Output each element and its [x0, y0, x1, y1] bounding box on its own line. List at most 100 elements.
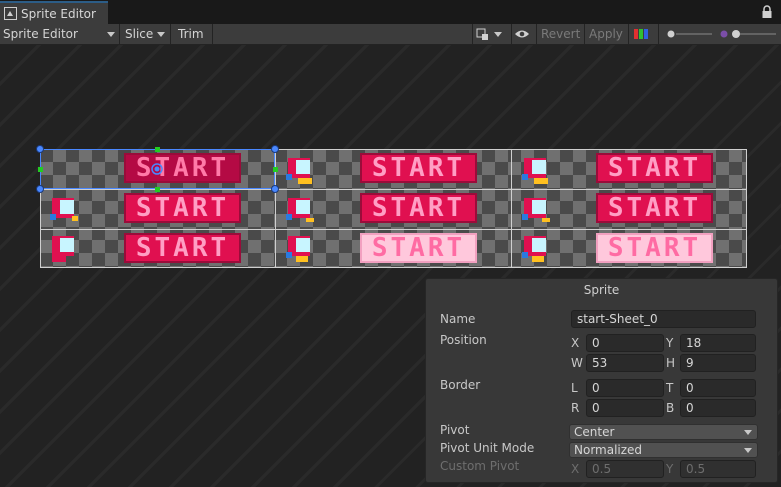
- border-handle[interactable]: [155, 147, 160, 152]
- mode-label: Sprite Editor: [3, 27, 78, 41]
- panel-title: Sprite: [583, 283, 620, 297]
- sprite-editor-icon: [4, 7, 17, 20]
- mode-dropdown[interactable]: Sprite Editor: [3, 24, 119, 44]
- start-button-sprite: START: [596, 153, 713, 183]
- sprite-cell[interactable]: START: [276, 149, 511, 188]
- pivot-lock-dropdown[interactable]: [476, 24, 510, 44]
- sprite-cell[interactable]: START: [276, 189, 511, 228]
- border-label: Border: [440, 378, 481, 392]
- sprite-cell[interactable]: START: [40, 229, 275, 268]
- y-label: Y: [666, 336, 674, 350]
- mascot-sprite: [286, 198, 314, 222]
- sprite-cell[interactable]: START: [40, 189, 275, 228]
- height-field[interactable]: 9: [680, 354, 756, 372]
- start-button-sprite: START: [596, 193, 713, 223]
- mascot-sprite: [50, 198, 78, 221]
- mascot-sprite: [286, 158, 312, 184]
- mascot-sprite: [52, 236, 74, 262]
- sprite-cell[interactable]: START: [512, 149, 747, 188]
- sprite-cell[interactable]: START: [276, 229, 511, 268]
- mascot-sprite: [522, 198, 550, 222]
- toolbar-divider: [511, 24, 512, 44]
- border-handle[interactable]: [38, 167, 43, 172]
- toolbar-divider: [212, 24, 213, 44]
- x-label: X: [571, 336, 580, 350]
- sprite-cell[interactable]: START: [512, 189, 747, 228]
- revert-button[interactable]: Revert: [541, 24, 581, 44]
- slice-gridline: [746, 149, 747, 268]
- start-button-sprite: START: [124, 233, 241, 263]
- toolbar-divider: [472, 24, 473, 44]
- sprite-sheet[interactable]: START START START START START START STAR…: [36, 145, 747, 268]
- toolbar-divider: [658, 24, 659, 44]
- position-y-field[interactable]: 18: [680, 334, 756, 352]
- slice-gridline: [40, 267, 747, 268]
- pivot-handle-icon[interactable]: [151, 163, 163, 175]
- pivot-lock-icon: [476, 28, 488, 40]
- chevron-down-icon: [157, 31, 166, 37]
- toolbar-divider: [170, 24, 171, 44]
- toolbar-divider: [584, 24, 585, 44]
- l-label: L: [571, 381, 578, 395]
- visibility-toggle[interactable]: [514, 24, 534, 44]
- start-button-sprite: START: [124, 193, 241, 223]
- w-label: W: [571, 356, 583, 370]
- toolbar-divider: [536, 24, 537, 44]
- border-handle[interactable]: [273, 167, 278, 172]
- custom-pivot-y-label: Y: [666, 462, 674, 476]
- sprite-inspector-panel: Sprite Name start-Sheet_0 Position X 0 Y…: [425, 278, 778, 483]
- r-label: R: [571, 401, 580, 415]
- resize-handle[interactable]: [271, 145, 279, 153]
- revert-label: Revert: [541, 27, 581, 41]
- b-label: B: [666, 401, 675, 415]
- h-label: H: [666, 356, 676, 370]
- position-x-field[interactable]: 0: [586, 334, 664, 352]
- custom-pivot-y-field[interactable]: 0.5: [680, 460, 756, 478]
- resize-handle[interactable]: [271, 185, 279, 193]
- custom-pivot-label: Custom Pivot: [440, 459, 520, 473]
- eye-icon: [515, 30, 529, 38]
- custom-pivot-x-label: X: [571, 462, 580, 476]
- position-label: Position: [440, 333, 487, 347]
- mascot-sprite: [286, 236, 310, 262]
- border-top-field[interactable]: 0: [680, 379, 756, 397]
- resize-handle[interactable]: [36, 185, 44, 193]
- zoom-slider[interactable]: [664, 24, 776, 44]
- border-right-field[interactable]: 0: [586, 399, 664, 417]
- border-handle[interactable]: [155, 187, 160, 192]
- slice-gridline: [40, 229, 747, 230]
- slice-dropdown[interactable]: Slice: [125, 24, 169, 44]
- resize-handle[interactable]: [36, 145, 44, 153]
- chevron-down-icon: [107, 31, 115, 37]
- chevron-down-icon: [744, 430, 752, 435]
- pivot-unit-mode-dropdown[interactable]: Normalized: [569, 442, 758, 458]
- toolbar: Sprite Editor Slice Trim Revert Apply: [0, 24, 781, 45]
- pivot-dropdown[interactable]: Center: [569, 424, 758, 440]
- name-label: Name: [440, 312, 476, 326]
- name-field[interactable]: start-Sheet_0: [571, 310, 756, 328]
- sprite-cell[interactable]: START: [512, 229, 747, 268]
- start-button-sprite: START: [360, 153, 477, 183]
- start-button-sprite: START: [596, 233, 713, 263]
- chevron-down-icon: [744, 448, 752, 453]
- border-bottom-field[interactable]: 0: [680, 399, 756, 417]
- start-button-sprite: START: [360, 233, 477, 263]
- trim-button[interactable]: Trim: [178, 24, 212, 44]
- toolbar-divider: [628, 24, 629, 44]
- width-field[interactable]: 53: [586, 354, 664, 372]
- color-channel-toggle[interactable]: [634, 24, 654, 44]
- mascot-sprite: [522, 236, 546, 262]
- custom-pivot-x-field[interactable]: 0.5: [586, 460, 664, 478]
- apply-button[interactable]: Apply: [589, 24, 625, 44]
- pivot-label: Pivot: [440, 423, 470, 437]
- chevron-down-icon: [494, 31, 502, 37]
- window-titlebar: Sprite Editor: [0, 0, 781, 24]
- tab-sprite-editor[interactable]: Sprite Editor: [0, 1, 108, 24]
- sprite-canvas[interactable]: START START START START START START STAR…: [0, 45, 781, 487]
- slice-label: Slice: [125, 27, 154, 41]
- toolbar-divider: [119, 24, 120, 44]
- lock-icon[interactable]: [761, 5, 773, 19]
- border-left-field[interactable]: 0: [586, 379, 664, 397]
- start-button-sprite: START: [360, 193, 477, 223]
- tab-title: Sprite Editor: [21, 6, 96, 21]
